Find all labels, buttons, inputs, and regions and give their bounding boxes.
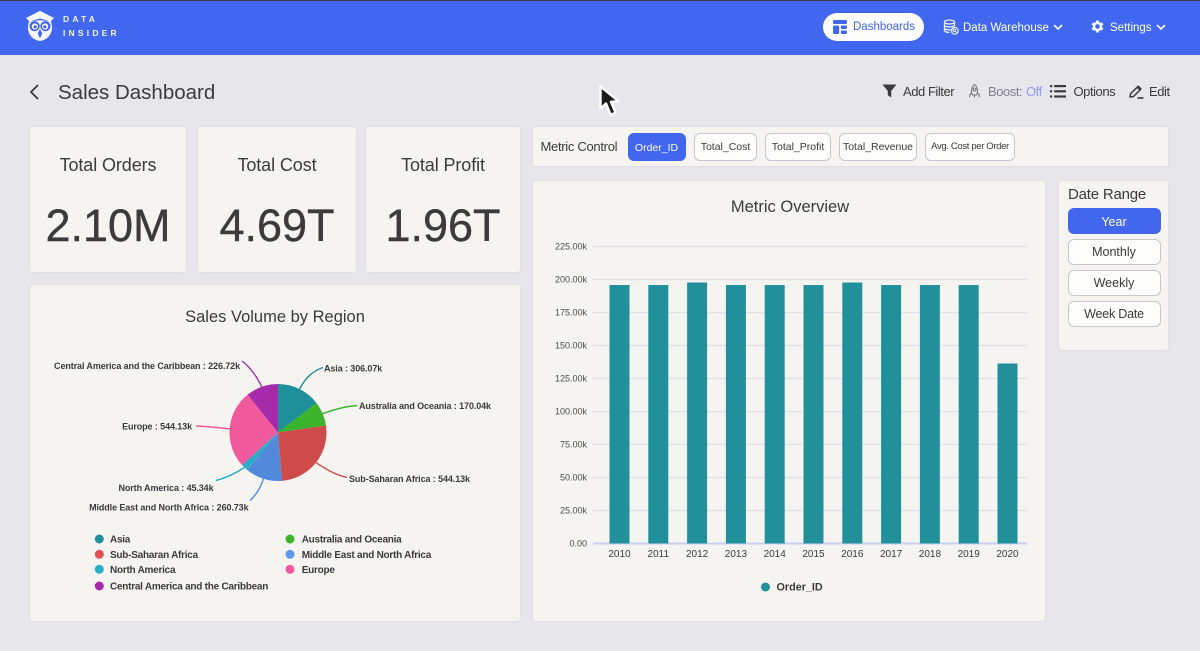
svg-text:2013: 2013 (725, 549, 748, 560)
svg-text:Australia and Oceania: Australia and Oceania (302, 535, 402, 546)
svg-text:125.00k: 125.00k (555, 374, 588, 384)
svg-text:2019: 2019 (958, 549, 981, 560)
svg-text:Middle East and North Africa: Middle East and North Africa (302, 550, 432, 561)
svg-text:2011: 2011 (648, 549, 670, 560)
svg-text:Sub-Saharan Africa: Sub-Saharan Africa (110, 550, 199, 561)
svg-text:225.00k: 225.00k (555, 242, 588, 252)
svg-text:Australia and Oceania : 170.04: Australia and Oceania : 170.04k (359, 401, 492, 411)
svg-text:175.00k: 175.00k (555, 308, 588, 318)
svg-text:2016: 2016 (841, 549, 864, 560)
svg-text:Central America and the Caribb: Central America and the Caribbean : 226.… (54, 361, 241, 371)
svg-text:100.00k: 100.00k (555, 407, 588, 417)
svg-text:2018: 2018 (919, 549, 942, 560)
svg-text:Sub-Saharan Africa : 544.13k: Sub-Saharan Africa : 544.13k (349, 474, 471, 484)
svg-text:Europe : 544.13k: Europe : 544.13k (122, 422, 193, 432)
svg-text:25.00k: 25.00k (560, 506, 588, 516)
svg-text:Middle East and North Africa :: Middle East and North Africa : 260.73k (89, 503, 250, 513)
svg-text:Order_ID: Order_ID (777, 582, 823, 594)
svg-text:Europe: Europe (302, 565, 336, 576)
svg-text:2014: 2014 (764, 549, 787, 560)
svg-text:Asia : 306.07k: Asia : 306.07k (324, 364, 383, 374)
svg-text:0.00: 0.00 (569, 539, 587, 549)
svg-text:2015: 2015 (802, 549, 825, 560)
svg-text:Asia: Asia (110, 535, 131, 546)
svg-text:2010: 2010 (608, 549, 631, 560)
svg-text:Sales Volume by Region: Sales Volume by Region (185, 308, 365, 326)
svg-text:Metric Overview: Metric Overview (731, 198, 849, 216)
svg-text:2017: 2017 (880, 549, 903, 560)
svg-text:North America : 45.34k: North America : 45.34k (118, 483, 214, 493)
svg-text:150.00k: 150.00k (555, 341, 588, 351)
svg-text:200.00k: 200.00k (555, 275, 588, 285)
svg-text:North America: North America (110, 565, 176, 576)
svg-text:2020: 2020 (996, 549, 1019, 560)
svg-text:Central America and the Caribb: Central America and the Caribbean (110, 582, 268, 593)
svg-text:50.00k: 50.00k (560, 473, 588, 483)
svg-text:75.00k: 75.00k (560, 440, 588, 450)
svg-text:2012: 2012 (686, 549, 709, 560)
